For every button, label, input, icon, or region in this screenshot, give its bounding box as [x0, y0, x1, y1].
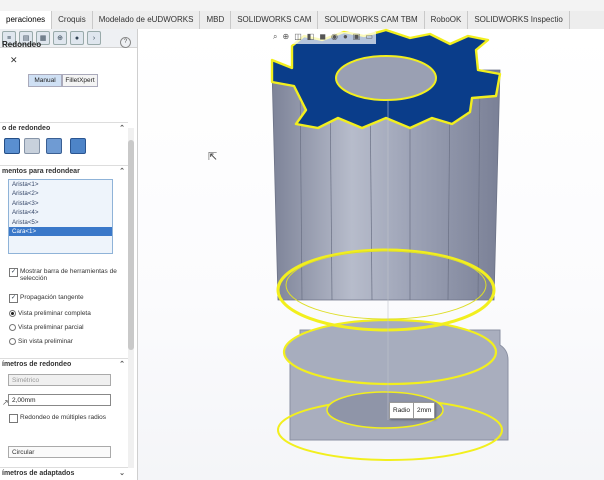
- view-settings-icon[interactable]: ▭: [365, 32, 373, 44]
- radius-callout-value[interactable]: 2mm: [412, 403, 434, 418]
- mouse-cursor-icon: ⇱: [208, 151, 218, 163]
- view-orientation-icon[interactable]: ◧: [307, 32, 315, 44]
- zoom-icon[interactable]: ⊕: [282, 32, 289, 44]
- display-style-icon[interactable]: ◼: [319, 32, 326, 44]
- heads-up-toolbar: ⌕ ⊕ ◫ ◧ ◼ ◉ ● ▣ ▭: [270, 32, 376, 44]
- part-model[interactable]: [0, 0, 604, 480]
- hide-show-icon[interactable]: ◉: [331, 32, 338, 44]
- radius-callout[interactable]: Radio 2mm: [389, 402, 436, 419]
- radius-callout-label: Radio: [393, 407, 410, 414]
- top-bore: [335, 55, 437, 101]
- scene-icon[interactable]: ▣: [353, 32, 361, 44]
- search-icon[interactable]: ⌕: [273, 32, 277, 44]
- appearance-icon[interactable]: ●: [343, 32, 348, 44]
- section-view-icon[interactable]: ◫: [294, 32, 302, 44]
